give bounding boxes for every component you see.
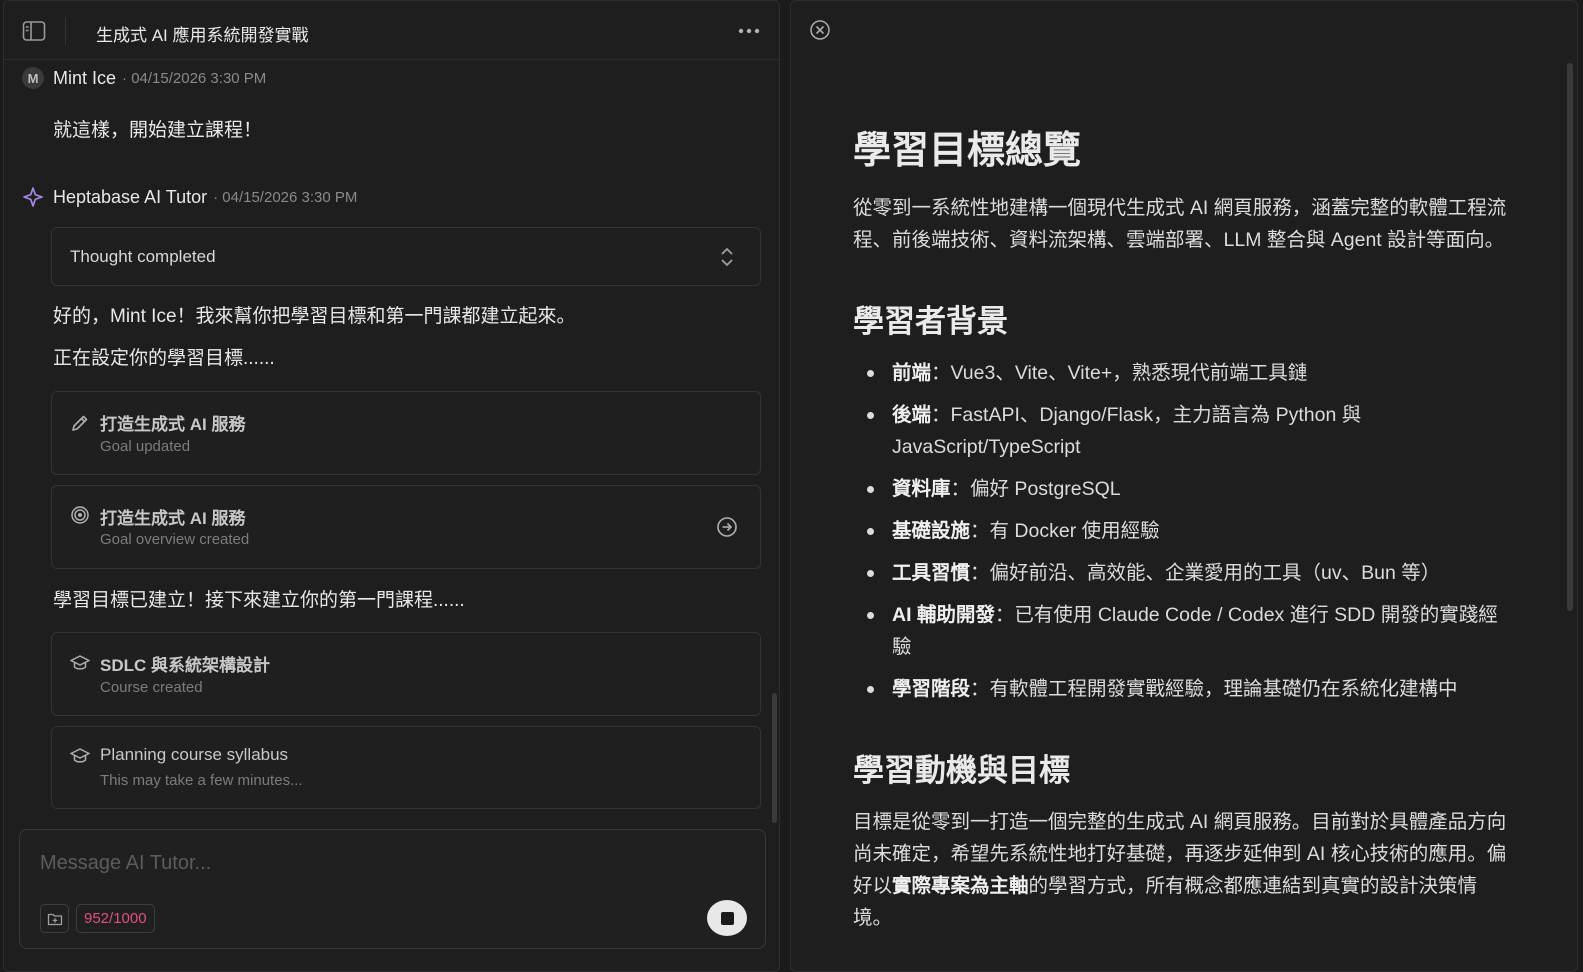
item-text: ：FastAPI、Django/Flask，主力語言為 Python 與 Jav…: [892, 404, 1362, 458]
chat-header: 生成式 AI 應用系統開發實戰: [4, 1, 779, 60]
chat-scrollbar[interactable]: [772, 693, 777, 823]
goal-overview-card[interactable]: 打造生成式 AI 服務 Goal overview created: [51, 485, 761, 569]
section-heading-background: 學習者背景: [853, 304, 1008, 339]
list-item: 基礎設施：有 Docker 使用經驗: [853, 515, 1513, 547]
goal-updated-card[interactable]: 打造生成式 AI 服務 Goal updated: [51, 391, 761, 475]
item-text: ：有軟體工程開發實戰經驗，理論基礎仍在系統化建構中: [970, 678, 1458, 700]
header-divider: [65, 17, 66, 45]
item-text: ：偏好前沿、高效能、企業愛用的工具（uv、Bun 等）: [970, 562, 1441, 584]
item-label: 基礎設施: [892, 520, 971, 542]
stop-icon: [720, 911, 734, 925]
message-composer: 952/1000: [19, 829, 766, 949]
message-timestamp: · 04/15/2026 3:30 PM: [122, 69, 267, 87]
ai-sparkle-icon: [23, 187, 43, 207]
document-scrollbar[interactable]: [1567, 63, 1573, 611]
item-label: 學習階段: [892, 678, 971, 700]
stop-generation-button[interactable]: [707, 900, 747, 936]
avatar: M: [22, 67, 44, 89]
ai-reply-line: 學習目標已建立！接下來建立你的第一門課程......: [53, 590, 465, 611]
item-text: ：有 Docker 使用經驗: [970, 520, 1160, 542]
item-label: AI 輔助開發: [892, 604, 995, 626]
card-subtitle: Goal updated: [100, 438, 191, 455]
item-text: ：偏好 PostgreSQL: [950, 478, 1121, 500]
chevron-updown-icon: [721, 247, 733, 267]
app-window: 生成式 AI 應用系統開發實戰 M Mint Ice · 04/15/2026 …: [0, 0, 1583, 972]
sidebar-toggle-icon[interactable]: [22, 20, 46, 42]
card-title: 打造生成式 AI 服務: [100, 415, 246, 434]
planning-syllabus-card: Planning course syllabus This may take a…: [51, 726, 761, 809]
item-label: 前端: [892, 362, 932, 384]
target-icon: [71, 506, 89, 524]
card-title: Planning course syllabus: [100, 745, 289, 764]
card-title: SDLC 與系統架構設計: [100, 656, 270, 675]
item-label: 工具習慣: [892, 562, 971, 584]
card-subtitle: This may take a few minutes...: [100, 772, 303, 789]
user-message-text: 就這樣，開始建立課程！: [53, 120, 263, 141]
pencil-icon: [72, 415, 88, 431]
motivation-paragraph: 目標是從零到一打造一個完整的生成式 AI 網頁服務。目前對於具體產品方向尚未確定…: [853, 806, 1513, 934]
course-created-card[interactable]: SDLC 與系統架構設計 Course created: [51, 632, 761, 716]
list-item: 前端：Vue3、Vite、Vite+，熟悉現代前端工具鏈: [853, 357, 1513, 389]
item-text: ：Vue3、Vite、Vite+，熟悉現代前端工具鏈: [931, 362, 1308, 384]
list-item: 工具習慣：偏好前沿、高效能、企業愛用的工具（uv、Bun 等）: [853, 557, 1513, 589]
thought-label: Thought completed: [70, 247, 216, 266]
list-item: 學習階段：有軟體工程開發實戰經驗，理論基礎仍在系統化建構中: [853, 673, 1513, 705]
ai-reply-line: 正在設定你的學習目標......: [53, 348, 275, 369]
card-subtitle: Course created: [100, 679, 203, 696]
attach-file-button[interactable]: [40, 904, 69, 933]
character-count: 952/1000: [76, 904, 155, 933]
graduation-cap-icon: [70, 655, 90, 670]
ai-reply-line: 好的，Mint Ice！我來幫你把學習目標和第一門課都建立起來。: [53, 306, 576, 327]
sender-name: Mint Ice: [53, 67, 117, 88]
close-icon[interactable]: [809, 19, 831, 41]
document-content: 學習目標總覽 從零到一系統性地建構一個現代生成式 AI 網頁服務，涵蓋完整的軟體…: [853, 119, 1513, 934]
list-item: AI 輔助開發：已有使用 Claude Code / Codex 進行 SDD …: [853, 599, 1513, 663]
section-heading-motivation: 學習動機與目標: [853, 753, 1070, 788]
ai-message-header: Heptabase AI Tutor · 04/15/2026 3:30 PM: [22, 185, 357, 209]
list-item: 資料庫：偏好 PostgreSQL: [853, 473, 1513, 505]
chat-panel: 生成式 AI 應用系統開發實戰 M Mint Ice · 04/15/2026 …: [3, 0, 780, 972]
item-label: 資料庫: [892, 478, 951, 500]
card-title: 打造生成式 AI 服務: [100, 509, 246, 528]
doc-title: 學習目標總覽: [853, 130, 1082, 172]
arrow-right-circle-icon[interactable]: [716, 516, 738, 538]
message-input[interactable]: [40, 852, 640, 875]
sender-name: Heptabase AI Tutor: [53, 186, 208, 207]
doc-intro: 從零到一系統性地建構一個現代生成式 AI 網頁服務，涵蓋完整的軟體工程流程、前後…: [853, 197, 1507, 251]
more-options-icon[interactable]: [737, 23, 761, 39]
user-message-header: M Mint Ice · 04/15/2026 3:30 PM: [22, 66, 266, 90]
thought-toggle[interactable]: Thought completed: [51, 227, 761, 286]
document-panel: 學習目標總覽 從零到一系統性地建構一個現代生成式 AI 網頁服務，涵蓋完整的軟體…: [790, 0, 1578, 972]
folder-plus-icon: [47, 913, 62, 925]
list-item: 後端：FastAPI、Django/Flask，主力語言為 Python 與 J…: [853, 399, 1513, 463]
message-timestamp: · 04/15/2026 3:30 PM: [213, 188, 358, 206]
item-label: 後端: [892, 404, 932, 426]
motivation-emphasis: 實際專案為主軸: [892, 875, 1029, 897]
chat-title: 生成式 AI 應用系統開發實戰: [96, 26, 309, 45]
card-subtitle: Goal overview created: [100, 531, 250, 548]
graduation-cap-icon: [70, 748, 90, 763]
background-list: 前端：Vue3、Vite、Vite+，熟悉現代前端工具鏈 後端：FastAPI、…: [853, 357, 1513, 705]
